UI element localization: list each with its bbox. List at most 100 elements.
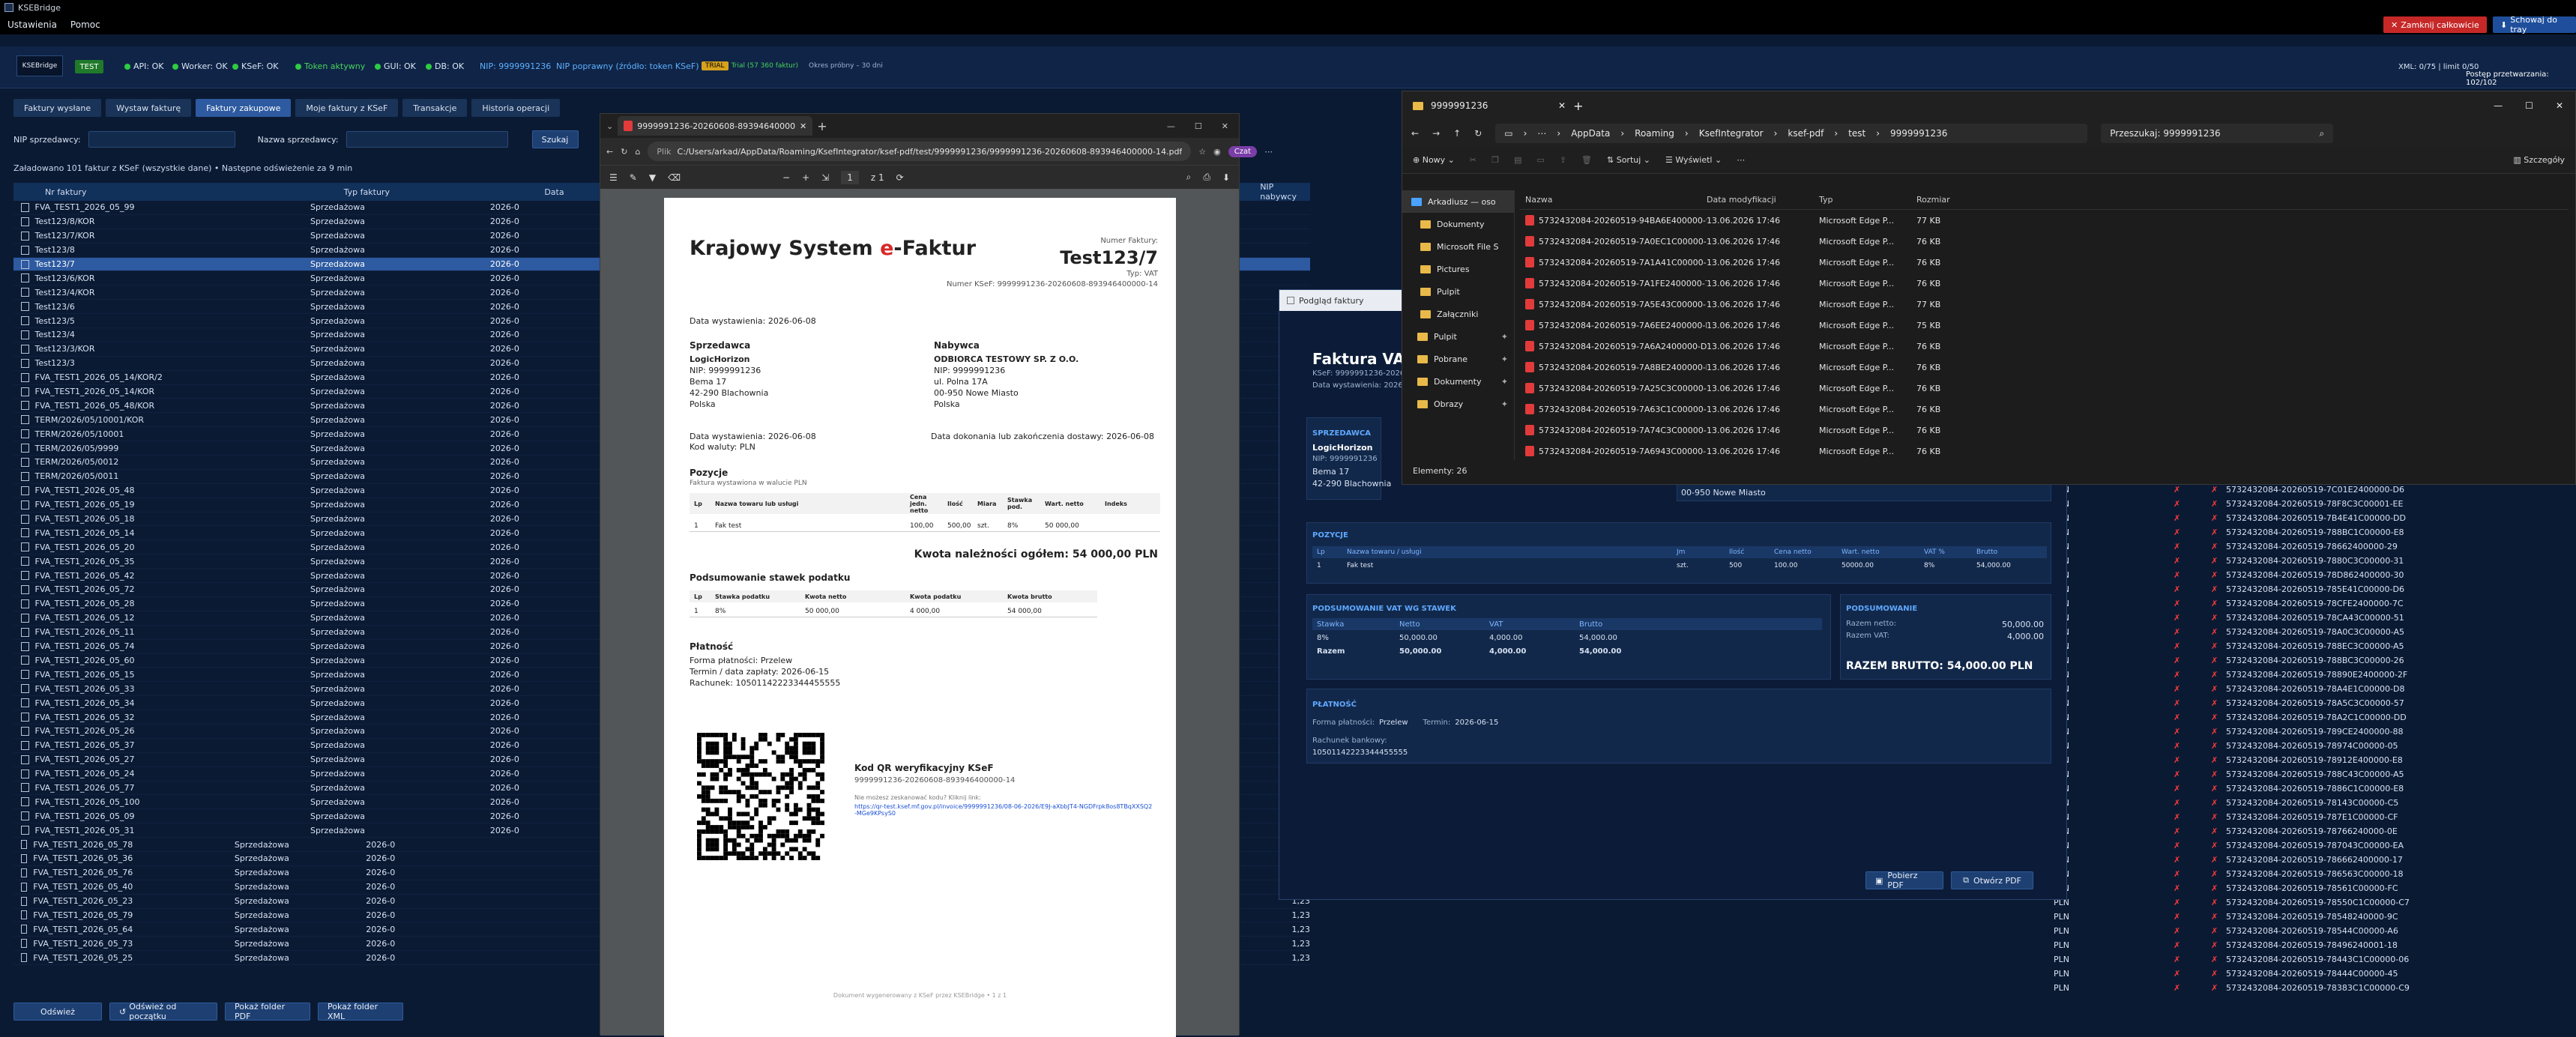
draw-icon[interactable]: ✎ bbox=[630, 172, 637, 183]
to-tray-button[interactable]: ⬇ Schowaj do tray bbox=[2493, 15, 2576, 34]
row-checkbox[interactable] bbox=[21, 755, 29, 764]
row-checkbox[interactable] bbox=[21, 259, 29, 269]
right-table-row[interactable]: PLN ✗ ✗ 5732432084-20260519-78383C1C00000-C… bbox=[2054, 981, 2571, 995]
row-checkbox[interactable] bbox=[21, 415, 29, 425]
url-field[interactable]: Plik C:/Users/arkad/AppData/Roaming/KsefI… bbox=[648, 142, 1192, 161]
details-button[interactable]: ▥ Szczegóły bbox=[2513, 155, 2565, 165]
file-row[interactable]: 5732432084-20260519-7A74C3C00000-D4...13… bbox=[1519, 420, 2569, 441]
zoom-out-icon[interactable]: − bbox=[782, 172, 790, 183]
row-checkbox[interactable] bbox=[21, 953, 28, 963]
right-table-row[interactable]: PLN✗✗5732432084-20260519-78912E400000-E8 bbox=[2054, 753, 2571, 767]
row-checkbox[interactable] bbox=[21, 557, 29, 566]
file-row[interactable]: 5732432084-20260519-7A6EE2400000-EE... 13… bbox=[1519, 315, 2569, 336]
tab-transactions[interactable]: Transakcje bbox=[402, 99, 468, 117]
right-table-row[interactable]: PLN✗✗5732432084-20260519-78A0C3C00000-A5 bbox=[2054, 625, 2571, 639]
maximize-icon[interactable]: ☐ bbox=[1195, 121, 1202, 131]
right-table-row[interactable]: PLN ✗ ✗ 5732432084-20260519-78550C1C00000-C… bbox=[2054, 895, 2571, 910]
right-table-row[interactable]: PLN✗✗5732432084-20260519-788C43C00000-A5 bbox=[2054, 767, 2571, 781]
file-row[interactable]: 5732432084-20260519-7A6943C00000-1B... 13… bbox=[1519, 441, 2569, 462]
new-tab-icon[interactable]: + bbox=[1573, 99, 1583, 113]
row-checkbox[interactable] bbox=[21, 514, 29, 524]
row-checkbox[interactable] bbox=[21, 444, 29, 453]
close-icon[interactable]: ✕ bbox=[2556, 100, 2563, 111]
back-icon[interactable]: ← bbox=[1411, 128, 1419, 139]
sidebar-item[interactable]: Pulpit ✦ bbox=[1402, 325, 1514, 348]
row-checkbox[interactable] bbox=[21, 853, 28, 863]
row-checkbox[interactable] bbox=[21, 670, 29, 680]
col-type[interactable]: Typ bbox=[1819, 195, 1916, 205]
refresh-from-start-button[interactable]: ↺ Odśwież od początku bbox=[109, 1002, 217, 1021]
file-row[interactable]: 5732432084-20260519-7A5E43C00000-13... 13… bbox=[1519, 294, 2569, 315]
right-table-row[interactable]: PLN ✗ ✗ 5732432084-20260519-78444C00000-45 bbox=[2054, 967, 2571, 981]
right-table-row[interactable]: PLN✗✗5732432084-20260519-78CA43C00000-51 bbox=[2054, 611, 2571, 625]
right-table-row[interactable]: PLN ✗ ✗ 5732432084-20260519-78548240000-9C bbox=[2054, 910, 2571, 924]
chat-button[interactable]: Czat bbox=[1228, 145, 1258, 157]
tab-list-icon[interactable]: ⌄ bbox=[606, 121, 613, 131]
row-checkbox[interactable] bbox=[21, 896, 28, 906]
tab-issue[interactable]: Wystaw fakturę bbox=[106, 99, 192, 117]
path-bar[interactable]: ▭ › ⋯ › AppData › Roaming › KsefIntegrator › ksef-… bbox=[1495, 124, 2088, 143]
name-filter-input[interactable] bbox=[346, 131, 508, 148]
right-table-row[interactable]: PLN✗✗5732432084-20260519-7886C1C00000-E8 bbox=[2054, 781, 2571, 796]
right-table-row[interactable]: PLN✗✗5732432084-20260519-787E1C00000-CF bbox=[2054, 810, 2571, 824]
show-pdf-folder-button[interactable]: Pokaż folder PDF bbox=[225, 1002, 310, 1021]
right-table-row[interactable]: PLN✗✗5732432084-20260519-785E41C00000-D6 bbox=[2054, 582, 2571, 596]
save-icon[interactable]: ⬇ bbox=[1222, 172, 1230, 183]
row-checkbox[interactable] bbox=[21, 217, 29, 226]
row-checkbox[interactable] bbox=[21, 939, 28, 949]
view-button[interactable]: ☰ Wyświetl ⌄ bbox=[1665, 155, 1722, 165]
search-icon[interactable]: ⌕ bbox=[1186, 172, 1192, 183]
row-checkbox[interactable] bbox=[21, 542, 29, 552]
right-table-row[interactable]: PLN✗✗5732432084-20260519-78F8C3C00001-EE bbox=[2054, 497, 2571, 511]
close-all-button[interactable]: ✕ Zamknij całkowicie bbox=[2383, 16, 2487, 33]
minimize-icon[interactable]: — bbox=[2494, 100, 2503, 111]
row-checkbox[interactable] bbox=[21, 500, 29, 510]
row-checkbox[interactable] bbox=[21, 288, 29, 297]
right-table-row[interactable]: PLN ✗ ✗ 5732432084-20260519-78496240001-18 bbox=[2054, 938, 2571, 952]
zoom-in-icon[interactable]: + bbox=[802, 172, 809, 183]
row-checkbox[interactable] bbox=[21, 641, 29, 651]
right-table-row[interactable]: PLN✗✗5732432084-20260519-787043C00000-EA bbox=[2054, 838, 2571, 853]
close-tab-icon[interactable]: ✕ bbox=[1558, 100, 1566, 111]
menu-settings[interactable]: Ustawienia bbox=[7, 19, 57, 30]
forward-icon[interactable]: → bbox=[1432, 128, 1440, 139]
reload-icon[interactable]: ↻ bbox=[1474, 128, 1482, 139]
row-checkbox[interactable] bbox=[21, 656, 29, 665]
path-segment[interactable]: test bbox=[1848, 128, 1865, 139]
path-segment[interactable]: AppData bbox=[1571, 128, 1610, 139]
right-table-row[interactable]: PLN✗✗5732432084-20260519-788EC3C00000-A5 bbox=[2054, 639, 2571, 653]
search-button[interactable]: Szukaj bbox=[531, 130, 579, 148]
file-row[interactable]: 5732432084-20260519-7A0EC1C00000-99... 13… bbox=[1519, 231, 2569, 252]
close-icon[interactable]: ✕ bbox=[1222, 121, 1228, 131]
right-table-row[interactable]: PLN✗✗5732432084-20260519-789CE2400000-88 bbox=[2054, 725, 2571, 739]
right-table-row[interactable]: PLN✗✗5732432084-20260519-786662400000-17 bbox=[2054, 853, 2571, 867]
path-segment[interactable]: 9999991236 bbox=[1890, 128, 1947, 139]
row-checkbox[interactable] bbox=[21, 826, 29, 835]
row-checkbox[interactable] bbox=[21, 627, 29, 637]
print-icon[interactable]: ⎙ bbox=[1203, 172, 1210, 183]
open-pdf-button[interactable]: ⧉ Otwórz PDF bbox=[1951, 871, 2033, 889]
col-modified[interactable]: Data modyfikacji bbox=[1707, 195, 1819, 205]
sort-button[interactable]: ⇅ Sortuj ⌄ bbox=[1607, 155, 1650, 165]
home-icon[interactable]: ⌂ bbox=[635, 147, 640, 157]
row-checkbox[interactable] bbox=[21, 811, 29, 821]
row-checkbox[interactable] bbox=[21, 599, 29, 608]
new-button[interactable]: ⊕ Nowy ⌄ bbox=[1413, 155, 1455, 165]
qr-link[interactable]: https://qr-test.ksef.mf.gov.pl/invoice/9… bbox=[854, 803, 1154, 817]
sidebar-item[interactable]: Obrazy ✦ bbox=[1402, 393, 1514, 415]
row-checkbox[interactable] bbox=[21, 330, 29, 339]
page-number-input[interactable]: 1 bbox=[841, 170, 859, 184]
row-checkbox[interactable] bbox=[21, 429, 29, 439]
refresh-button[interactable]: Odśwież bbox=[13, 1003, 102, 1021]
row-checkbox[interactable] bbox=[21, 372, 29, 382]
sidebar-item[interactable]: Microsoft File S bbox=[1402, 235, 1514, 258]
right-table-row[interactable]: PLN✗✗5732432084-20260519-788BC3C00000-26 bbox=[2054, 653, 2571, 668]
row-checkbox[interactable] bbox=[21, 925, 28, 934]
up-icon[interactable]: ↑ bbox=[1453, 128, 1461, 139]
row-checkbox[interactable] bbox=[21, 273, 29, 283]
browser-tab[interactable]: 9999991236-20260608-893946400000-14.pdf✕ bbox=[618, 116, 813, 136]
path-segment[interactable]: ksef-pdf bbox=[1788, 128, 1824, 139]
row-checkbox[interactable] bbox=[21, 698, 29, 708]
highlight-icon[interactable]: ▼ bbox=[649, 172, 656, 183]
row-checkbox[interactable] bbox=[21, 401, 29, 411]
